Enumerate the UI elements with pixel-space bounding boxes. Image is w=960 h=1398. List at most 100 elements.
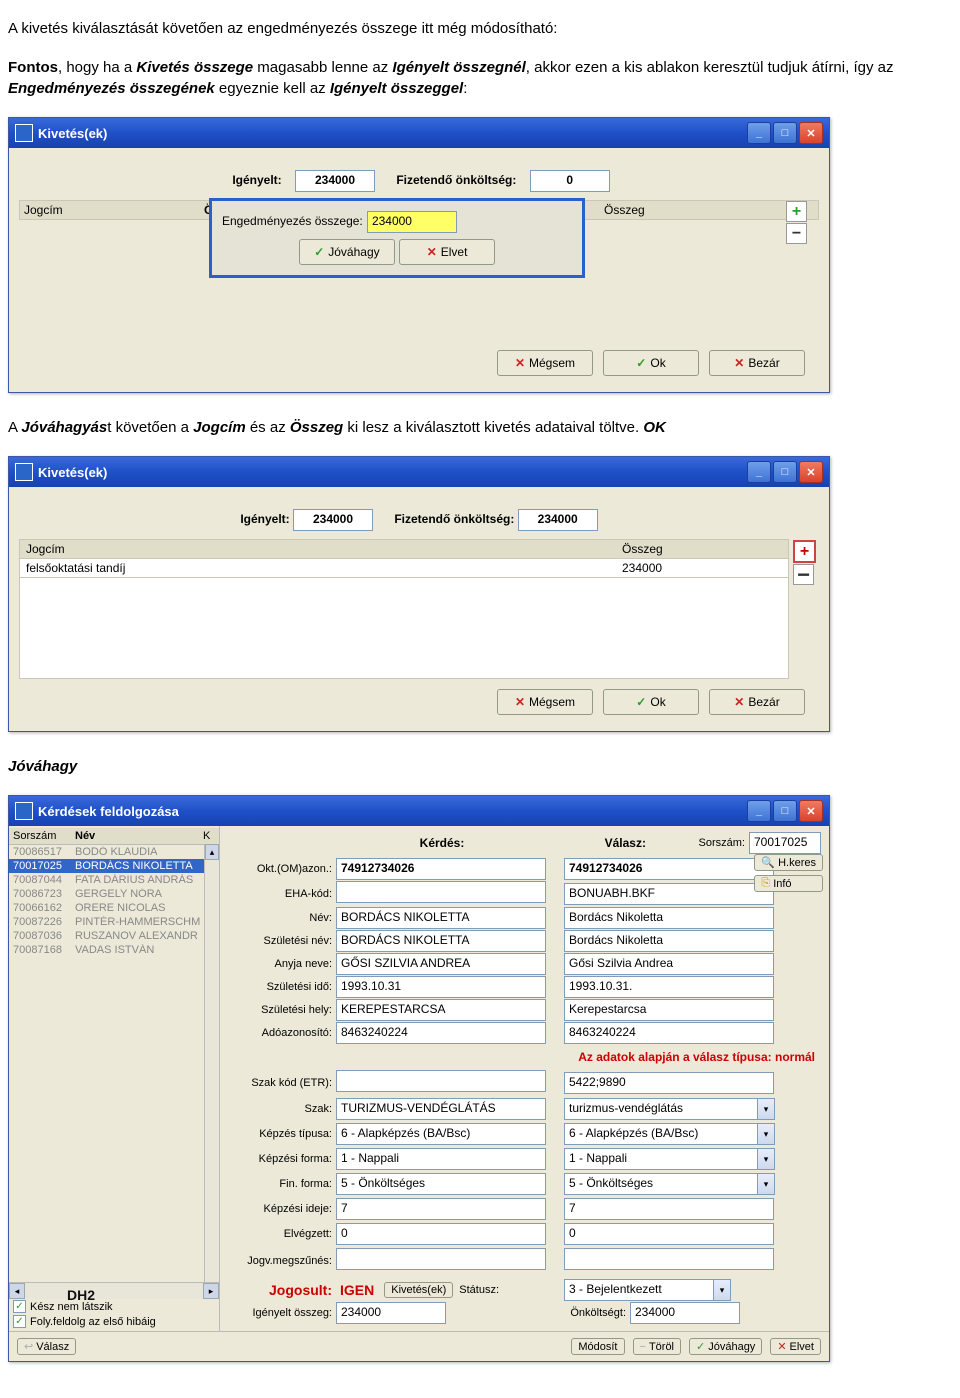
valasz-field[interactable]: 8463240224 [564, 1022, 774, 1044]
scroll-right-icon[interactable]: ▸ [203, 1283, 219, 1299]
scroll-left-icon[interactable]: ◂ [9, 1283, 25, 1299]
list-item[interactable]: 70087036RUSZANOV ALEXANDR [9, 929, 219, 943]
kerdes-field[interactable]: 0 [336, 1223, 546, 1245]
valasz-field[interactable]: 5422;9890 [564, 1072, 774, 1094]
statusz-combo[interactable]: 3 - Bejelentkezett▾ [564, 1279, 731, 1301]
close-button[interactable]: ✕ [799, 800, 823, 822]
ig-osszeg-field[interactable]: 234000 [336, 1302, 446, 1324]
close-button[interactable]: ✕ [799, 461, 823, 483]
list-item[interactable]: 70066162ORERE NICOLAS [9, 901, 219, 915]
elvet-button[interactable]: ✕Elvet [399, 239, 495, 265]
checkbox-icon: ✓ [13, 1315, 26, 1328]
igenyelt-field[interactable]: 234000 [293, 509, 373, 531]
kerdes-field[interactable] [336, 1248, 546, 1270]
list-item[interactable]: 70087226PINTÉR-HAMMERSCHM [9, 915, 219, 929]
remove-row-button[interactable]: − [793, 564, 814, 585]
minimize-button[interactable]: _ [747, 800, 771, 822]
kerdes-field[interactable]: 74912734026 [336, 858, 546, 880]
add-row-button[interactable]: + [786, 201, 807, 222]
ok-button[interactable]: ✓Ok [603, 350, 699, 376]
valasz-combo[interactable]: 6 - Alapképzés (BA/Bsc)▾ [564, 1123, 775, 1145]
kerdes-field[interactable]: 6 - Alapképzés (BA/Bsc) [336, 1123, 546, 1145]
megsem-button[interactable]: ✕Mégsem [497, 689, 593, 715]
maximize-button[interactable]: □ [773, 122, 797, 144]
th-sorszam[interactable]: Sorszám [13, 830, 75, 842]
footer-valasz-button[interactable]: ↩Válasz [17, 1338, 76, 1355]
valasz-field[interactable]: Bordács Nikoletta [564, 907, 774, 929]
valasz-combo[interactable]: 5 - Önköltséges▾ [564, 1173, 775, 1195]
igenyelt-field[interactable]: 234000 [295, 170, 375, 192]
list-item[interactable]: 70087044FATA DÁRIUS ANDRÁS [9, 873, 219, 887]
app-icon [15, 463, 33, 481]
kerdes-field[interactable]: KEREPESTARCSA [336, 999, 546, 1021]
minimize-button[interactable]: _ [747, 461, 771, 483]
footer-torol-button[interactable]: −Töröl [633, 1338, 682, 1355]
valasz-field[interactable]: BONUABH.BKF [564, 883, 774, 905]
maximize-button[interactable]: □ [773, 461, 797, 483]
valasz-field[interactable]: Kerepestarcsa [564, 999, 774, 1021]
footer-jovahagy-button[interactable]: ✓Jóváhagy [689, 1338, 762, 1355]
kerdes-field[interactable] [336, 881, 546, 903]
sorszam-field[interactable]: 70017025 [749, 832, 821, 854]
remove-row-button[interactable]: − [786, 223, 807, 244]
valasz-field[interactable]: 0 [564, 1223, 774, 1245]
bezar-button[interactable]: ✕Bezár [709, 689, 805, 715]
maximize-button[interactable]: □ [773, 800, 797, 822]
kerdes-field[interactable]: GŐSI SZILVIA ANDREA [336, 953, 546, 975]
valasz-combo[interactable]: turizmus-vendéglátás▾ [564, 1098, 775, 1120]
list-item[interactable]: 70086517BODÓ KLAUDIA [9, 845, 219, 859]
valasz-field[interactable]: 74912734026 [564, 858, 774, 880]
footer-modosit-button[interactable]: Módosít [571, 1338, 624, 1355]
fiz-field[interactable]: 234000 [518, 509, 598, 531]
kerdes-field[interactable]: BORDÁCS NIKOLETTA [336, 907, 546, 929]
footer-elvet-button[interactable]: ✕Elvet [770, 1338, 821, 1355]
app-icon [15, 124, 33, 142]
kerdes-field[interactable]: 8463240224 [336, 1022, 546, 1044]
kerdes-field[interactable]: 7 [336, 1198, 546, 1220]
valasz-field[interactable]: 1993.10.31. [564, 976, 774, 998]
valasz-field[interactable]: Bordács Nikoletta [564, 930, 774, 952]
table-row[interactable]: felsőoktatási tandíj 234000 [19, 559, 789, 578]
kerdes-field[interactable] [336, 1070, 546, 1092]
close-button[interactable]: ✕ [799, 122, 823, 144]
th-k[interactable]: K [203, 830, 215, 842]
reply-icon: ↩ [24, 1340, 33, 1353]
kerdes-field[interactable]: 1 - Nappali [336, 1148, 546, 1170]
titlebar[interactable]: Kérdések feldolgozása _ □ ✕ [9, 796, 829, 826]
engedmeny-input[interactable]: 234000 [367, 211, 457, 233]
vertical-scrollbar[interactable]: ▴ [204, 844, 219, 1291]
list-item[interactable]: 70087168VADAS ISTVÁN [9, 943, 219, 957]
megsem-button[interactable]: ✕Mégsem [497, 350, 593, 376]
field-label: Szak kód (ETR): [228, 1077, 336, 1089]
onk-field[interactable]: 234000 [630, 1302, 740, 1324]
jovahagy-button[interactable]: ✓Jóváhagy [299, 239, 395, 265]
valasz-field[interactable] [564, 1248, 774, 1270]
ok-button[interactable]: ✓Ok [603, 689, 699, 715]
th-nev[interactable]: Név [75, 830, 203, 842]
info-button[interactable]: ⎘Infó [754, 875, 823, 892]
bezar-button[interactable]: ✕Bezár [709, 350, 805, 376]
field-label: Születési név: [228, 935, 336, 947]
field-label: Fin. forma: [228, 1178, 336, 1190]
titlebar[interactable]: Kivetés(ek) _ □ ✕ [9, 457, 829, 487]
hkeres-button[interactable]: 🔍H.keres [754, 854, 823, 871]
kerdes-field[interactable]: 5 - Önköltséges [336, 1173, 546, 1195]
chk-foly[interactable]: ✓Foly.feldolg az első hibáig [9, 1314, 219, 1329]
chk-kesz[interactable]: ✓Kész nem látszik [9, 1299, 219, 1314]
titlebar[interactable]: Kivetés(ek) _ □ ✕ [9, 118, 829, 148]
minimize-button[interactable]: _ [747, 122, 771, 144]
kivetesek-button[interactable]: Kivetés(ek) [384, 1282, 453, 1298]
horizontal-scrollbar[interactable] [25, 1283, 203, 1299]
valasz-field[interactable]: 7 [564, 1198, 774, 1220]
add-row-button[interactable]: + [793, 540, 816, 563]
fiz-field[interactable]: 0 [530, 170, 610, 192]
valasz-field[interactable]: Gősi Szilvia Andrea [564, 953, 774, 975]
scroll-up-icon[interactable]: ▴ [205, 844, 219, 860]
kerdes-field[interactable]: BORDÁCS NIKOLETTA [336, 930, 546, 952]
list-item[interactable]: 70086723GERGELY NÓRA [9, 887, 219, 901]
kerdes-field[interactable]: TURIZMUS-VENDÉGLÁTÁS [336, 1098, 546, 1120]
valasz-combo[interactable]: 1 - Nappali▾ [564, 1148, 775, 1170]
kerdes-field[interactable]: 1993.10.31 [336, 976, 546, 998]
cell-osszeg: 234000 [622, 561, 782, 575]
list-item[interactable]: 70017025BORDÁCS NIKOLETTA [9, 859, 219, 873]
